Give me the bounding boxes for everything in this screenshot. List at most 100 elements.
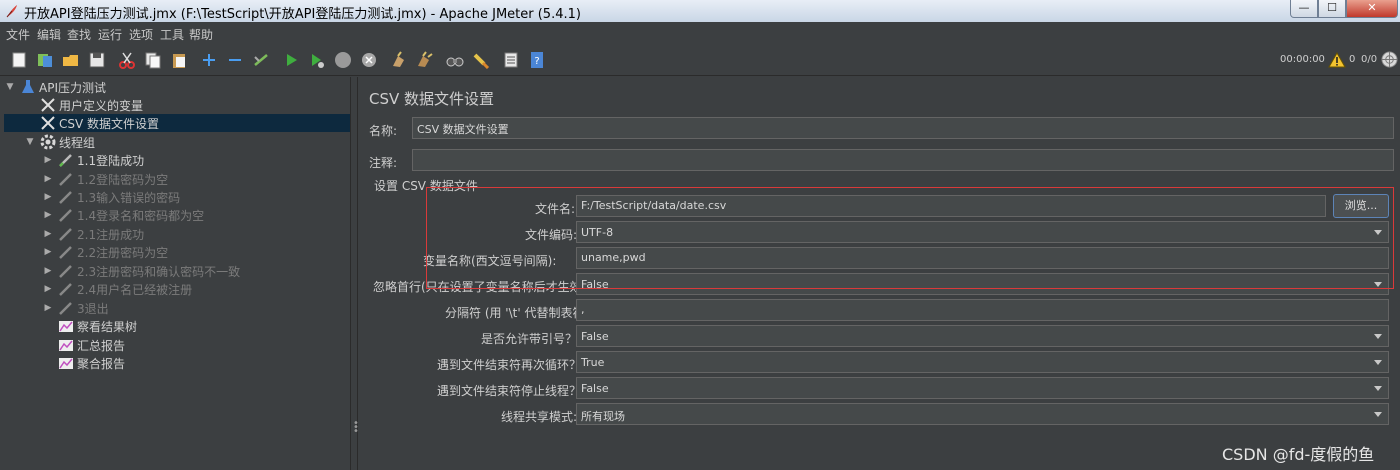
toolbar: ? 00:00:00 0 0/0: [0, 44, 1400, 76]
thread-count: 0/0: [1361, 54, 1378, 65]
menu-file[interactable]: 文件: [6, 26, 30, 43]
copy-icon[interactable]: [143, 50, 163, 70]
menu-options[interactable]: 选项: [129, 26, 153, 43]
start-no-pause-icon[interactable]: [307, 50, 327, 70]
expand-toggle-icon[interactable]: ▶: [42, 229, 54, 239]
tree-node-test-plan[interactable]: ▼ API压力测试: [4, 78, 106, 96]
tree-node-user-vars[interactable]: 用户定义的变量: [24, 96, 143, 114]
menu-bar: 文件 编辑 查找 运行 选项 工具 帮助: [0, 22, 1400, 44]
quoted-data-select[interactable]: False: [576, 325, 1389, 347]
search-icon[interactable]: [445, 50, 465, 70]
collapse-toggle-icon[interactable]: ▼: [24, 137, 36, 147]
gear-icon: [40, 134, 56, 150]
tree-node-listener[interactable]: 聚合报告: [42, 354, 125, 372]
pipette-icon: [58, 189, 74, 205]
stop-thread-eof-label: 遇到文件结束符停止线程？:: [437, 384, 586, 398]
clear-all-icon[interactable]: [415, 50, 435, 70]
sharing-mode-select[interactable]: 所有现场: [576, 403, 1389, 425]
menu-tools[interactable]: 工具: [160, 26, 184, 43]
expand-all-icon[interactable]: [199, 50, 219, 70]
menu-run[interactable]: 运行: [98, 26, 122, 43]
chevron-down-icon: [1374, 360, 1382, 365]
split-pane-divider[interactable]: • • •: [352, 77, 359, 470]
warning-icon[interactable]: [1328, 52, 1346, 68]
cut-icon[interactable]: [117, 50, 137, 70]
svg-text:?: ?: [534, 56, 539, 67]
close-button[interactable]: ✕: [1346, 0, 1398, 18]
watermark: CSDN @fd-度假的鱼: [1222, 445, 1375, 464]
comment-label: 注释:: [369, 156, 398, 170]
menu-search[interactable]: 查找: [67, 26, 91, 43]
page-title: CSV 数据文件设置: [369, 90, 495, 108]
tree-node-sampler[interactable]: ▶ 2.2注册密码为空: [42, 243, 169, 261]
collapse-all-icon[interactable]: [225, 50, 245, 70]
delimiter-label: 分隔符 (用 '\t' 代替制表符):: [445, 306, 594, 320]
chevron-down-icon: [1374, 412, 1382, 417]
reset-search-icon[interactable]: [471, 50, 491, 70]
tree-node-listener[interactable]: 汇总报告: [42, 336, 125, 354]
stop-icon[interactable]: [333, 50, 353, 70]
tree-node-listener[interactable]: 察看结果树: [42, 317, 137, 335]
function-helper-icon[interactable]: [501, 50, 521, 70]
pipette-icon: [58, 226, 74, 242]
tree-node-sampler[interactable]: ▶ 2.4用户名已经被注册: [42, 280, 193, 298]
open-icon[interactable]: [61, 50, 81, 70]
pipette-icon: [58, 263, 74, 279]
shutdown-icon[interactable]: [359, 50, 379, 70]
flask-icon: [20, 79, 36, 95]
tree-node-csv-config[interactable]: CSV 数据文件设置: [4, 114, 350, 132]
collapse-toggle-icon[interactable]: ▼: [4, 82, 16, 92]
remote-engine-icon[interactable]: [1381, 51, 1398, 68]
warning-count: 0: [1349, 54, 1356, 65]
comment-field[interactable]: [412, 149, 1394, 171]
toggle-icon[interactable]: [251, 50, 271, 70]
stop-thread-eof-select[interactable]: False: [576, 377, 1389, 399]
menu-edit[interactable]: 编辑: [37, 26, 61, 43]
chart-icon: [58, 337, 74, 353]
delimiter-field[interactable]: ,: [576, 299, 1389, 321]
expand-toggle-icon[interactable]: ▶: [42, 266, 54, 276]
tree-node-sampler[interactable]: ▶ 1.1登陆成功: [42, 151, 145, 169]
chevron-down-icon: [1374, 334, 1382, 339]
tree-node-sampler[interactable]: ▶ 2.3注册密码和确认密码不一致: [42, 262, 241, 280]
help-icon[interactable]: ?: [527, 50, 547, 70]
jmeter-feather-icon: [6, 5, 17, 18]
expand-toggle-icon[interactable]: ▶: [42, 284, 54, 294]
expand-toggle-icon[interactable]: ▶: [42, 210, 54, 220]
start-icon[interactable]: [281, 50, 301, 70]
tree-node-sampler[interactable]: ▶ 1.4登录名和密码都为空: [42, 206, 205, 224]
pipette-icon: [58, 281, 74, 297]
tree-node-sampler[interactable]: ▶ 2.1注册成功: [42, 225, 145, 243]
wrench-scissors-icon: [40, 97, 56, 113]
tree-node-sampler[interactable]: ▶ 1.2登陆密码为空: [42, 170, 169, 188]
expand-toggle-icon[interactable]: ▶: [42, 192, 54, 202]
highlight-annotation-box: [426, 187, 1394, 289]
tree-node-sampler[interactable]: ▶ 1.3输入错误的密码: [42, 188, 181, 206]
window-title: 开放API登陆压力测试.jmx (F:\TestScript\开放API登陆压力…: [24, 7, 581, 22]
expand-toggle-icon[interactable]: ▶: [42, 174, 54, 184]
expand-toggle-icon[interactable]: ▶: [42, 247, 54, 257]
clear-icon[interactable]: [389, 50, 409, 70]
chart-icon: [58, 318, 74, 334]
minimize-button[interactable]: —: [1290, 0, 1318, 18]
recycle-eof-label: 遇到文件结束符再次循环？:: [437, 358, 586, 372]
tree-node-sampler[interactable]: ▶ 3退出: [42, 299, 109, 317]
templates-icon[interactable]: [35, 50, 55, 70]
chart-icon: [58, 355, 74, 371]
tree-node-thread-group[interactable]: ▼ 线程组: [24, 133, 95, 151]
wrench-scissors-icon: [40, 115, 56, 131]
pipette-icon: [58, 244, 74, 260]
maximize-button[interactable]: ☐: [1318, 0, 1346, 18]
expand-toggle-icon[interactable]: ▶: [42, 155, 54, 165]
test-plan-tree: ▼ API压力测试 用户定义的变量 CSV 数据文件设置 ▼ 线程组 ▶ 1.1…: [0, 77, 351, 470]
new-icon[interactable]: [9, 50, 29, 70]
name-field[interactable]: CSV 数据文件设置: [412, 117, 1394, 139]
recycle-eof-select[interactable]: True: [576, 351, 1389, 373]
paste-icon[interactable]: [169, 50, 189, 70]
quoted-data-label: 是否允许带引号？:: [481, 332, 582, 346]
save-icon[interactable]: [87, 50, 107, 70]
expand-toggle-icon[interactable]: ▶: [42, 303, 54, 313]
elapsed-time: 00:00:00: [1280, 54, 1325, 65]
name-label: 名称:: [369, 124, 398, 138]
menu-help[interactable]: 帮助: [189, 26, 213, 43]
